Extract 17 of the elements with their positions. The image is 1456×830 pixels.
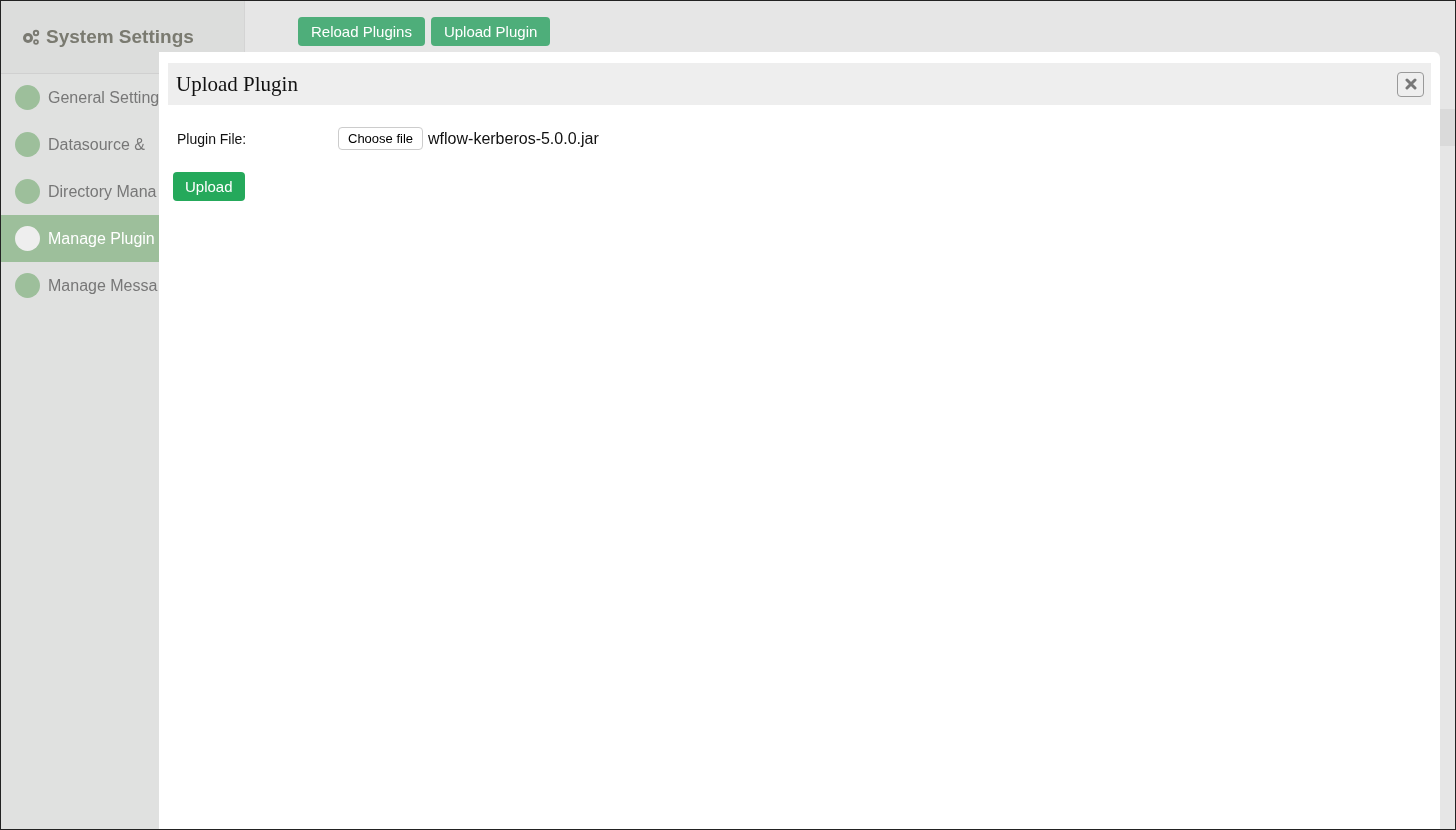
gears-icon: [21, 28, 41, 46]
circle-icon: [15, 132, 40, 157]
close-button[interactable]: [1397, 71, 1424, 97]
dialog-title: Upload Plugin: [176, 71, 298, 97]
field-label: Plugin File:: [177, 130, 248, 147]
circle-icon: [15, 85, 40, 110]
toolbar-button[interactable]: Upload Plugin: [430, 17, 551, 46]
circle-icon: [15, 179, 40, 204]
circle-icon: [15, 273, 40, 298]
upload-button[interactable]: Upload: [173, 172, 245, 201]
sidebar-item[interactable]: Manage Messa: [1, 262, 244, 309]
sidebar-title: System Settings: [46, 26, 194, 48]
file-name: wflow-kerberos-5.0.0.jar: [428, 129, 599, 148]
choose-file-button[interactable]: Choose file: [338, 127, 424, 150]
close-icon: [1404, 78, 1417, 90]
toolbar-button[interactable]: Reload Plugins: [298, 17, 425, 46]
circle-icon: [15, 226, 40, 251]
